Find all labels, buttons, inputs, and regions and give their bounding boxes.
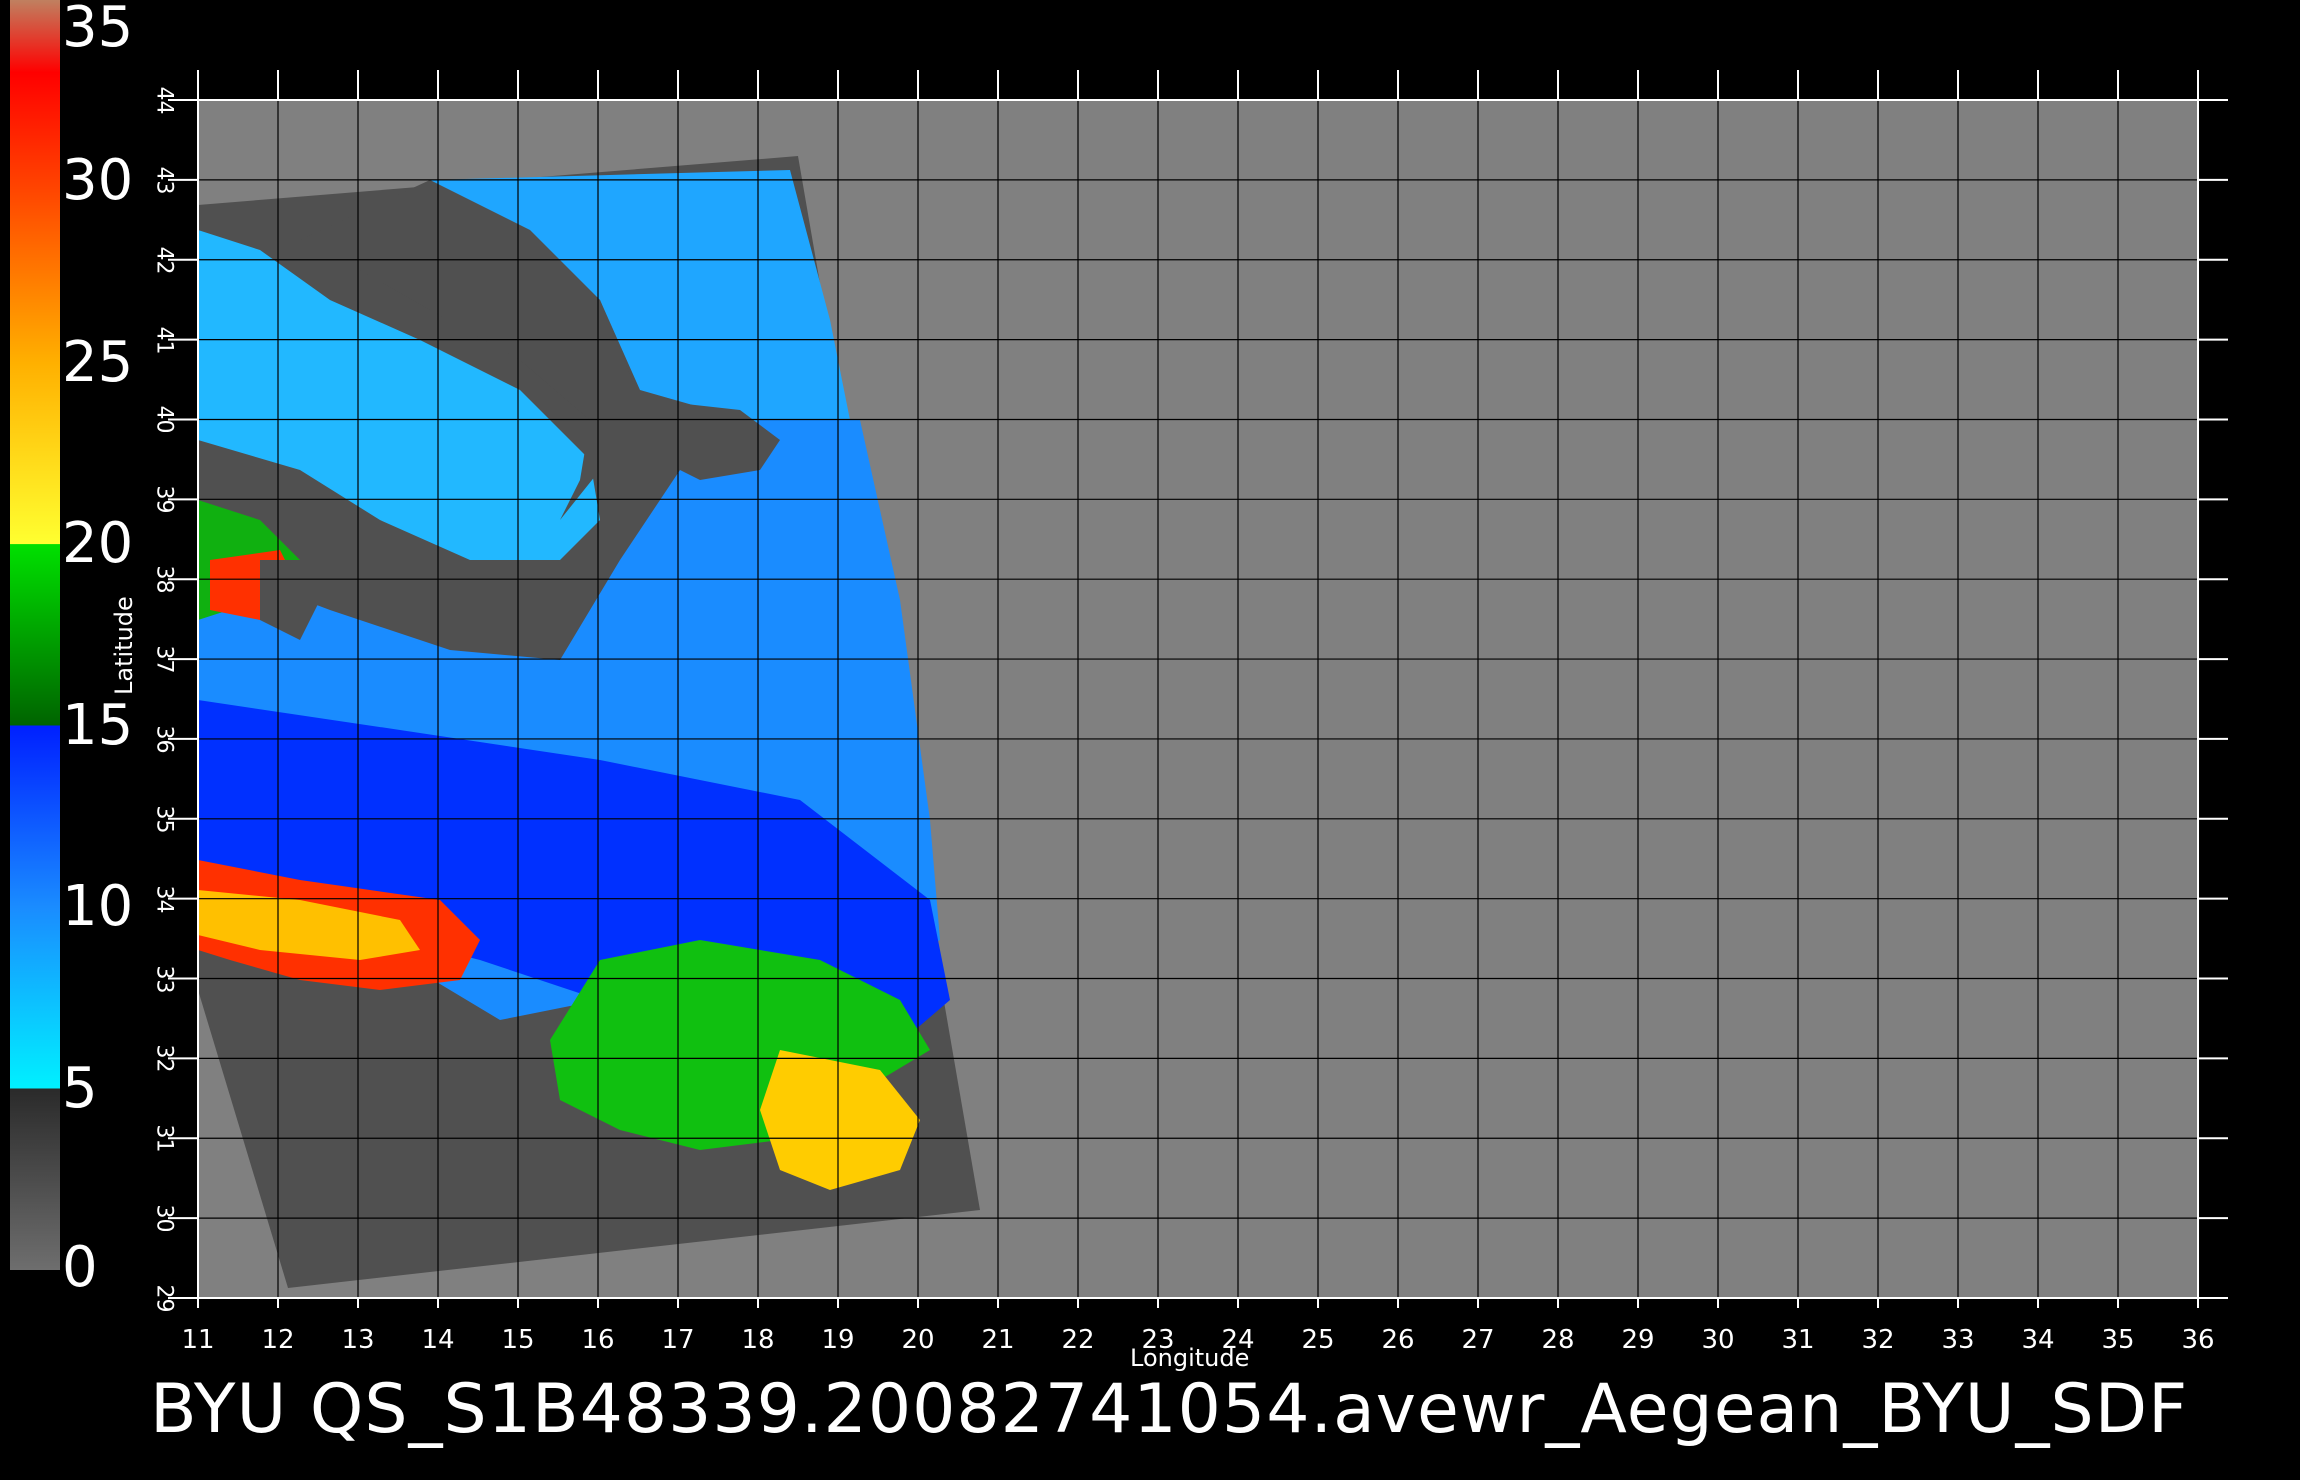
longitude-tick-label: 32 — [1861, 1325, 1895, 1355]
longitude-tick-label: 34 — [2021, 1325, 2055, 1355]
longitude-tick-label: 36 — [2181, 1325, 2215, 1355]
longitude-tick-label: 28 — [1541, 1325, 1575, 1355]
colorbar-label: 0 — [62, 1235, 98, 1300]
longitude-tick-label: 20 — [901, 1325, 935, 1355]
latitude-tick-label: 33 — [151, 965, 177, 994]
longitude-tick-label: 27 — [1461, 1325, 1495, 1355]
longitude-tick-label: 35 — [2101, 1325, 2135, 1355]
colorbar-label: 15 — [62, 692, 134, 758]
longitude-tick-label: 25 — [1301, 1325, 1335, 1355]
latitude-tick-label: 37 — [151, 645, 177, 674]
latitude-tick-label: 30 — [151, 1204, 177, 1233]
wind-speed-map — [10, 0, 2228, 1308]
colorbar-label: 35 — [62, 0, 134, 60]
longitude-tick-label: 15 — [501, 1325, 535, 1355]
latitude-tick-label: 39 — [151, 485, 177, 514]
latitude-tick-label: 29 — [151, 1284, 177, 1313]
latitude-tick-label: 40 — [151, 405, 177, 434]
y-axis-label: Latitude — [110, 596, 138, 695]
longitude-tick-label: 26 — [1381, 1325, 1415, 1355]
colorbar-label: 20 — [62, 511, 134, 577]
longitude-tick-label: 17 — [661, 1325, 695, 1355]
colorbar-label: 30 — [62, 148, 134, 214]
longitude-tick-label: 11 — [181, 1325, 215, 1355]
longitude-tick-label: 12 — [261, 1325, 295, 1355]
colorbar-label: 25 — [62, 329, 134, 395]
longitude-tick-label: 19 — [821, 1325, 855, 1355]
latitude-tick-label: 41 — [151, 326, 177, 355]
longitude-tick-label: 13 — [341, 1325, 375, 1355]
latitude-tick-label: 44 — [151, 86, 177, 115]
latitude-tick-label: 35 — [151, 805, 177, 834]
latitude-tick-label: 38 — [151, 565, 177, 594]
latitude-tick-label: 43 — [151, 166, 177, 195]
longitude-tick-label: 33 — [1941, 1325, 1975, 1355]
x-axis-label: Longitude — [1130, 1344, 1250, 1372]
colorbar — [10, 0, 60, 1270]
longitude-tick-label: 16 — [581, 1325, 615, 1355]
longitude-tick-label: 22 — [1061, 1325, 1095, 1355]
colorbar-label: 5 — [62, 1055, 98, 1121]
latitude-tick-label: 34 — [151, 885, 177, 914]
latitude-tick-label: 31 — [151, 1124, 177, 1153]
colorbar-label: 10 — [62, 874, 134, 940]
longitude-tick-label: 14 — [421, 1325, 455, 1355]
longitude-tick-label: 18 — [741, 1325, 775, 1355]
latitude-tick-label: 42 — [151, 246, 177, 275]
latitude-tick-label: 32 — [151, 1044, 177, 1073]
image-caption: BYU QS_S1B48339.20082741054.avewr_Aegean… — [150, 1370, 2189, 1449]
longitude-tick-label: 29 — [1621, 1325, 1655, 1355]
latitude-tick-label: 36 — [151, 725, 177, 754]
longitude-tick-label: 21 — [981, 1325, 1015, 1355]
longitude-tick-label: 31 — [1781, 1325, 1815, 1355]
longitude-tick-label: 30 — [1701, 1325, 1735, 1355]
